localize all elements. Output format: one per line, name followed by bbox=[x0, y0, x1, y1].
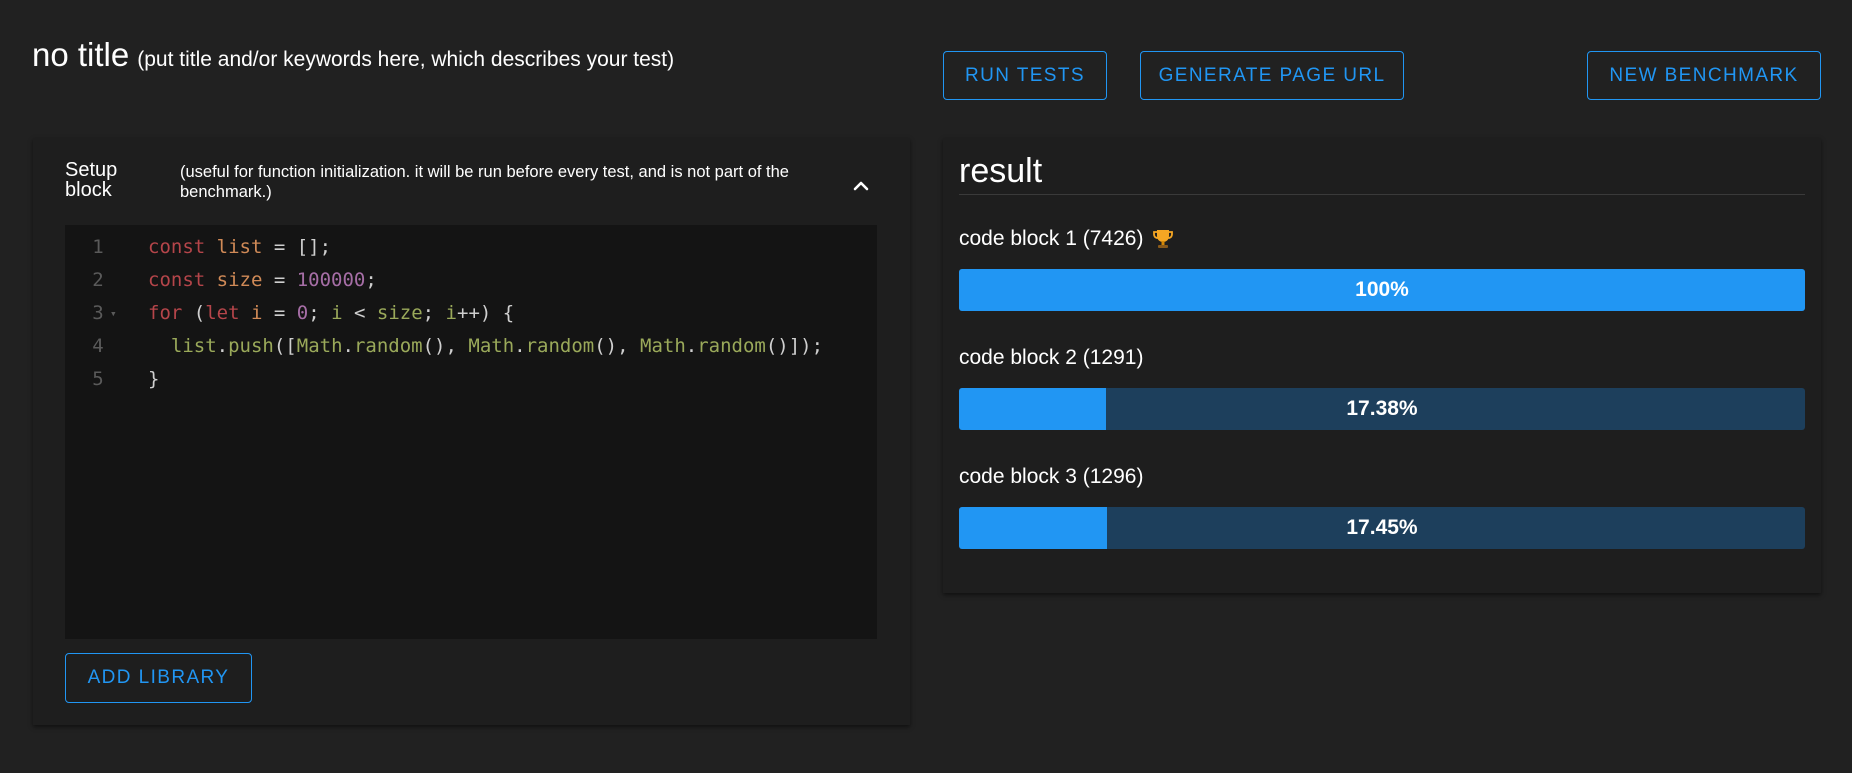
code-token: = []; bbox=[262, 236, 332, 258]
code-token: ; bbox=[422, 302, 446, 324]
code-line[interactable]: 4 list.push([Math.random(), Math.random(… bbox=[65, 330, 877, 363]
code-token: (), bbox=[422, 335, 469, 357]
result-item-text: code block 1 (7426) bbox=[959, 227, 1144, 250]
code-token: = bbox=[262, 269, 297, 291]
code-token: const bbox=[148, 236, 217, 258]
code-token: size bbox=[376, 302, 423, 324]
code-token: const bbox=[148, 269, 217, 291]
code-token: . bbox=[342, 335, 354, 357]
code-token: ; bbox=[365, 269, 377, 291]
code-token: Math bbox=[296, 335, 343, 357]
result-bar-track: 17.45% bbox=[959, 507, 1805, 549]
result-bar-track: 17.38% bbox=[959, 388, 1805, 430]
code-token: random bbox=[697, 335, 766, 357]
code-token: . bbox=[216, 335, 229, 357]
code-token: < bbox=[342, 302, 377, 324]
code-text: list.push([Math.random(), Math.random(),… bbox=[148, 330, 823, 363]
code-token: Math bbox=[640, 335, 686, 357]
page-title-hint: (put title and/or keywords here, which d… bbox=[137, 48, 675, 71]
result-bar-percent: 100% bbox=[1355, 278, 1409, 301]
code-token: ()]); bbox=[765, 335, 824, 357]
result-bar-track: 100% bbox=[959, 269, 1805, 311]
setup-block-panel: Setup block (useful for function initial… bbox=[33, 138, 910, 725]
page-title-row[interactable]: no title (put title and/or keywords here… bbox=[32, 36, 674, 74]
result-item-label: code block 3 (1296) bbox=[959, 462, 1805, 492]
code-token: ++) { bbox=[457, 302, 515, 324]
code-text: } bbox=[148, 363, 159, 396]
result-item-text: code block 2 (1291) bbox=[959, 346, 1144, 369]
code-token: } bbox=[148, 368, 160, 390]
result-panel: result code block 1 (7426) 100% code block… bbox=[943, 138, 1821, 593]
setup-block-label: Setup block bbox=[65, 159, 118, 201]
code-token: . bbox=[514, 335, 526, 357]
result-item: code block 3 (1296) 17.45% bbox=[959, 462, 1805, 549]
code-line[interactable]: 1 const list = []; bbox=[65, 231, 877, 264]
code-token: 0 bbox=[296, 302, 309, 324]
code-token: 100000 bbox=[296, 269, 366, 291]
code-token: i bbox=[331, 302, 343, 324]
code-line[interactable]: 2 const size = 100000; bbox=[65, 264, 877, 297]
code-token: Math bbox=[468, 335, 515, 357]
code-token: = bbox=[262, 302, 297, 324]
result-title: result bbox=[959, 152, 1043, 190]
code-token: i bbox=[445, 302, 457, 324]
code-token: list bbox=[216, 236, 263, 258]
code-token: for bbox=[148, 302, 183, 324]
setup-block-header[interactable]: Setup block (useful for function initial… bbox=[65, 160, 877, 220]
code-token: ([ bbox=[273, 335, 297, 357]
result-item-text: code block 3 (1296) bbox=[959, 465, 1144, 488]
code-text: const list = []; bbox=[148, 231, 331, 264]
result-divider bbox=[959, 194, 1805, 195]
result-item: code block 2 (1291) 17.38% bbox=[959, 343, 1805, 430]
page-title[interactable]: no title bbox=[32, 36, 129, 74]
code-line[interactable]: 5} bbox=[65, 363, 877, 396]
code-token: random bbox=[353, 335, 423, 357]
trophy-icon bbox=[1153, 230, 1174, 248]
code-line[interactable]: 3 ▾ for (let i = 0; i < size; i++) { bbox=[65, 297, 877, 330]
line-number: 3 bbox=[92, 302, 104, 324]
code-token: . bbox=[685, 335, 698, 357]
code-token: i bbox=[239, 302, 263, 324]
result-item: code block 1 (7426) 100% bbox=[959, 224, 1805, 311]
code-text: const size = 100000; bbox=[148, 264, 377, 297]
add-library-button[interactable]: ADD LIBRARY bbox=[65, 653, 252, 703]
chevron-up-icon[interactable] bbox=[849, 174, 873, 198]
generate-page-url-button[interactable]: GENERATE PAGE URL bbox=[1140, 51, 1404, 100]
line-number: 5 bbox=[92, 368, 104, 390]
setup-code-editor[interactable]: 1 const list = []; 2 const size = 100000; 3 ▾… bbox=[65, 225, 877, 639]
code-token: push bbox=[228, 335, 274, 357]
line-number: 1 bbox=[92, 236, 104, 258]
run-tests-button[interactable]: RUN TESTS bbox=[943, 51, 1107, 100]
code-token: size bbox=[216, 269, 263, 291]
setup-block-description: (useful for function initialization. it … bbox=[180, 163, 789, 201]
result-bar-percent: 17.45% bbox=[1346, 516, 1418, 539]
result-item-label: code block 2 (1291) bbox=[959, 343, 1805, 373]
new-benchmark-button[interactable]: NEW BENCHMARK bbox=[1587, 51, 1821, 100]
line-number: 4 bbox=[92, 335, 104, 357]
code-text: for (let i = 0; i < size; i++) { bbox=[148, 297, 514, 330]
result-item-label: code block 1 (7426) bbox=[959, 224, 1805, 254]
line-number: 2 bbox=[92, 269, 104, 291]
code-token: ; bbox=[308, 302, 332, 324]
code-token: random bbox=[525, 335, 595, 357]
result-bar-percent: 17.38% bbox=[1346, 397, 1418, 420]
fold-toggle-icon[interactable]: ▾ bbox=[110, 297, 117, 330]
code-token: list bbox=[148, 335, 217, 357]
code-token: ( bbox=[182, 302, 206, 324]
code-token: (), bbox=[594, 335, 640, 357]
code-token: let bbox=[205, 302, 240, 324]
